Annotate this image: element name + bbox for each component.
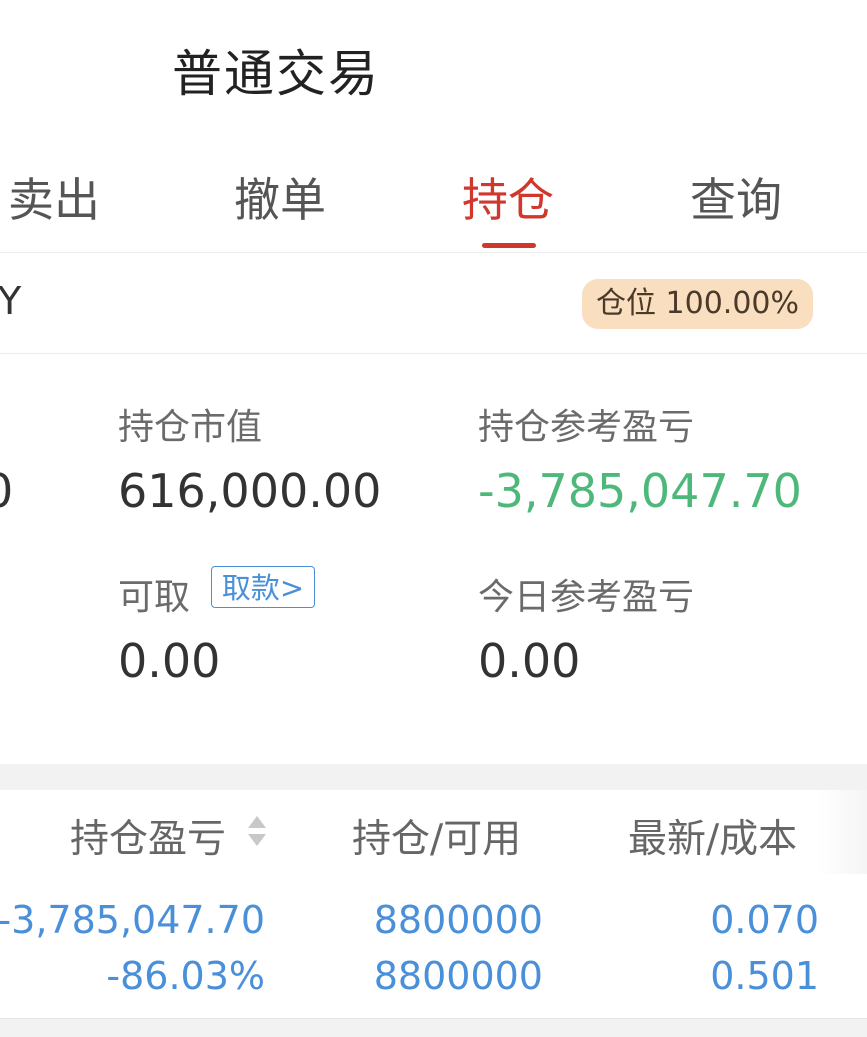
partial-asset-value: 0 — [0, 464, 13, 518]
trade-tabs: 卖出 撤单 持仓 查询 — [0, 150, 867, 253]
row-cost-price: 0.501 — [710, 954, 819, 998]
tab-sell[interactable]: 卖出 — [8, 164, 100, 230]
row-latest-price: 0.070 — [710, 898, 819, 942]
market-value: 616,000.00 — [118, 464, 382, 518]
tab-cancel-order[interactable]: 撤单 — [234, 164, 326, 230]
asset-summary: 0 持仓市值 616,000.00 持仓参考盈亏 -3,785,047.70 可… — [0, 354, 867, 764]
header-latest-cost: 最新/成本 — [628, 817, 798, 862]
row-available: 8800000 — [373, 954, 543, 998]
reference-pl-label: 持仓参考盈亏 — [478, 407, 695, 448]
header-holding-available: 持仓/可用 — [352, 817, 522, 862]
today-pl-value: 0.00 — [478, 634, 581, 688]
withdrawable-value: 0.00 — [118, 634, 221, 688]
today-pl-label: 今日参考盈亏 — [478, 577, 695, 618]
withdrawable-label: 可取 — [118, 577, 191, 618]
tab-holdings[interactable]: 持仓 — [462, 164, 554, 230]
market-value-label: 持仓市值 — [118, 407, 263, 448]
row-pl-percent: -86.03% — [106, 954, 265, 998]
position-ratio-badge: 仓位 100.00% — [582, 279, 814, 329]
active-tab-indicator — [482, 243, 536, 248]
table-row[interactable]: -3,785,047.70 -86.03% 8800000 8800000 0.… — [0, 874, 867, 1019]
header-scroll-fade — [817, 790, 867, 874]
tab-query[interactable]: 查询 — [690, 164, 782, 230]
row-holding: 8800000 — [373, 898, 543, 942]
bottom-divider — [0, 1019, 867, 1037]
reference-pl-value: -3,785,047.70 — [478, 464, 802, 518]
header-pl[interactable]: 持仓盈亏 — [70, 808, 226, 864]
row-pl-amount: -3,785,047.70 — [0, 898, 265, 942]
account-row[interactable]: Y 仓位 100.00% — [0, 253, 867, 354]
account-name: Y — [0, 279, 22, 323]
withdraw-button[interactable]: 取款> — [211, 566, 315, 608]
page-title: 普通交易 — [172, 45, 380, 103]
section-divider — [0, 764, 867, 790]
sort-icon[interactable] — [246, 814, 268, 848]
holdings-page: 普通交易 卖出 撤单 持仓 查询 Y 仓位 100.00% 0 持仓市值 616… — [0, 0, 867, 1037]
holdings-table-header: 持仓盈亏 持仓/可用 最新/成本 — [0, 790, 867, 874]
